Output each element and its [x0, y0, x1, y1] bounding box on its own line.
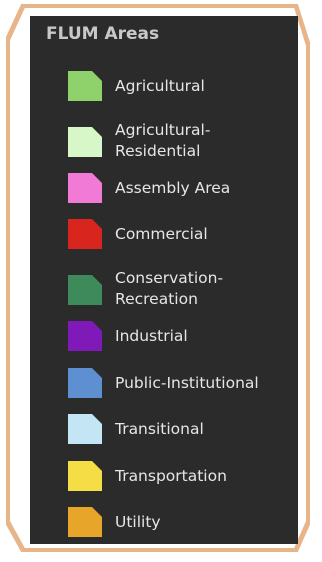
legend-label-assembly-area: Assembly Area [115, 179, 231, 197]
swatch-public-institutional-icon [68, 368, 102, 398]
swatch-agricultural-icon [68, 71, 102, 101]
swatch-conservation-recreation-icon [68, 275, 102, 305]
legend-item-industrial: Industrial [68, 321, 298, 357]
legend-item-agricultural-residential: Agricultural- Residential [68, 119, 298, 160]
legend-label-utility: Utility [115, 513, 161, 531]
swatch-transitional-icon [68, 414, 102, 444]
legend-label-transportation: Transportation [115, 467, 227, 485]
legend-item-conservation-recreation: Conservation- Recreation [68, 267, 298, 308]
legend-label-agricultural-residential: Residential [115, 142, 201, 160]
legend-label-agricultural-residential: Agricultural- [115, 121, 211, 139]
legend-label-agricultural: Agricultural [115, 77, 205, 95]
legend-label-industrial: Industrial [115, 327, 188, 345]
swatch-industrial-icon [68, 321, 102, 351]
swatch-transportation-icon [68, 461, 102, 491]
legend-label-conservation-recreation: Recreation [115, 290, 198, 308]
swatch-agricultural-residential-icon [68, 127, 102, 157]
legend-panel: FLUM Areas Agricultural Agricultural- Resi… [30, 16, 298, 544]
legend-item-transitional: Transitional [68, 414, 298, 450]
legend-label-transitional: Transitional [115, 420, 204, 438]
legend-label-conservation-recreation: Conservation- [115, 269, 224, 287]
swatch-assembly-area-icon [68, 173, 102, 203]
legend-item-transportation: Transportation [68, 461, 298, 497]
legend-label-commercial: Commercial [115, 225, 208, 243]
legend-item-utility: Utility [68, 507, 298, 543]
swatch-commercial-icon [68, 219, 102, 249]
legend-item-agricultural: Agricultural [68, 71, 298, 107]
legend-item-assembly-area: Assembly Area [68, 173, 298, 209]
legend-item-public-institutional: Public-Institutional [68, 368, 298, 404]
swatch-utility-icon [68, 507, 102, 537]
legend-item-commercial: Commercial [68, 219, 298, 255]
legend-label-public-institutional: Public-Institutional [115, 374, 259, 392]
legend-title: FLUM Areas [46, 24, 160, 44]
